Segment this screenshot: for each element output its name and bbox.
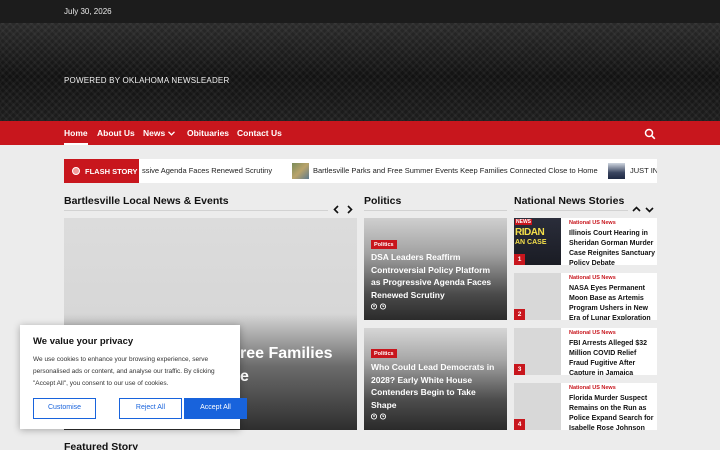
nav-contact-us[interactable]: Contact Us xyxy=(237,128,282,138)
post-meta xyxy=(370,413,387,422)
story-thumbnail[interactable]: 2 xyxy=(514,273,561,320)
cookie-body: We use cookies to enhance your browsing … xyxy=(33,356,215,387)
section-divider xyxy=(364,210,507,211)
top-bar: July 30, 2026 xyxy=(0,0,720,23)
chevron-up-icon[interactable] xyxy=(631,205,642,216)
category-badge[interactable]: Politics xyxy=(371,349,397,358)
section-title-politics[interactable]: Politics xyxy=(364,195,401,207)
rank-number: 1 xyxy=(514,254,525,265)
post-meta xyxy=(370,303,387,312)
ticker-thumbnail[interactable] xyxy=(608,163,625,179)
section-divider xyxy=(64,210,328,211)
story-category[interactable]: National US News xyxy=(569,220,616,226)
story-title[interactable]: FBI Arrests Alleged $32 Million COVID Re… xyxy=(569,339,655,375)
national-story-item[interactable]: 4 National US News Florida Murder Suspec… xyxy=(514,383,657,430)
header-banner: POWERED BY OKLAHOMA NEWSLEADER xyxy=(0,23,720,121)
customise-button[interactable]: Customise xyxy=(33,398,96,419)
national-story-item[interactable]: NEWS RIDAN AN CASE 1 National US News Il… xyxy=(514,218,657,265)
rank-number: 3 xyxy=(514,364,525,375)
story-category[interactable]: National US News xyxy=(569,385,616,391)
national-story-item[interactable]: 3 National US News FBI Arrests Alleged $… xyxy=(514,328,657,375)
chevron-right-icon[interactable] xyxy=(344,205,355,216)
story-category[interactable]: National US News xyxy=(569,330,616,336)
politics-card-title[interactable]: Who Could Lead Democrats in 2028? Early … xyxy=(371,361,501,411)
story-category[interactable]: National US News xyxy=(569,275,616,281)
story-title[interactable]: Illinois Court Hearing in Sheridan Gorma… xyxy=(569,229,655,265)
section-title-national[interactable]: National News Stories xyxy=(514,195,624,207)
nav-obituaries[interactable]: Obituaries xyxy=(187,128,229,138)
story-thumbnail[interactable]: NEWS RIDAN AN CASE 1 xyxy=(514,218,561,265)
rank-number: 2 xyxy=(514,309,525,320)
chevron-left-icon[interactable] xyxy=(331,205,342,216)
cookie-title: We value your privacy xyxy=(33,336,134,347)
story-title[interactable]: Florida Murder Suspect Remains on the Ru… xyxy=(569,394,655,430)
search-icon[interactable] xyxy=(644,127,656,140)
nav-home[interactable]: Home xyxy=(64,128,88,145)
reject-all-button[interactable]: Reject All xyxy=(119,398,182,419)
chevron-down-icon xyxy=(168,131,176,138)
accept-all-button[interactable]: Accept All xyxy=(184,398,247,419)
category-badge[interactable]: Politics xyxy=(371,240,397,249)
national-story-item[interactable]: 2 National US News NASA Eyes Permanent M… xyxy=(514,273,657,320)
nav-news-label: News xyxy=(143,128,166,138)
author-clock-icons xyxy=(370,303,387,310)
site-tagline[interactable]: POWERED BY OKLAHOMA NEWSLEADER xyxy=(64,76,229,85)
ticker-item[interactable]: JUST IN xyxy=(630,166,657,175)
chevron-down-icon[interactable] xyxy=(644,205,655,216)
politics-card[interactable]: Politics DSA Leaders Reaffirm Controvers… xyxy=(364,218,507,320)
cookie-consent-dialog: We value your privacy We use cookies to … xyxy=(20,325,247,429)
flash-story-label: FLASH STORY xyxy=(64,159,139,183)
politics-card[interactable]: Politics Who Could Lead Democrats in 202… xyxy=(364,328,507,430)
ticker-item[interactable]: Bartlesville Parks and Free Summer Event… xyxy=(313,166,598,175)
politics-card-title[interactable]: DSA Leaders Reaffirm Controversial Polic… xyxy=(371,251,501,301)
story-title[interactable]: NASA Eyes Permanent Moon Base as Artemis… xyxy=(569,284,655,320)
section-title-local[interactable]: Bartlesville Local News & Events xyxy=(64,195,229,207)
nav-about-us[interactable]: About Us xyxy=(97,128,135,138)
main-navigation: Home About Us News Obituaries Contact Us xyxy=(0,121,720,145)
section-title-featured: Featured Story xyxy=(64,441,139,450)
current-date: July 30, 2026 xyxy=(64,7,112,16)
flash-story-ticker: FLASH STORY ssive Agenda Faces Renewed S… xyxy=(64,159,657,183)
ticker-thumbnail[interactable] xyxy=(292,163,309,179)
story-thumbnail[interactable]: 3 xyxy=(514,328,561,375)
nav-news[interactable]: News xyxy=(143,128,176,138)
ticker-item[interactable]: ssive Agenda Faces Renewed Scrutiny xyxy=(142,166,272,175)
story-thumbnail[interactable]: 4 xyxy=(514,383,561,430)
section-divider xyxy=(514,210,628,211)
rank-number: 4 xyxy=(514,419,525,430)
live-dot-icon xyxy=(72,167,80,175)
